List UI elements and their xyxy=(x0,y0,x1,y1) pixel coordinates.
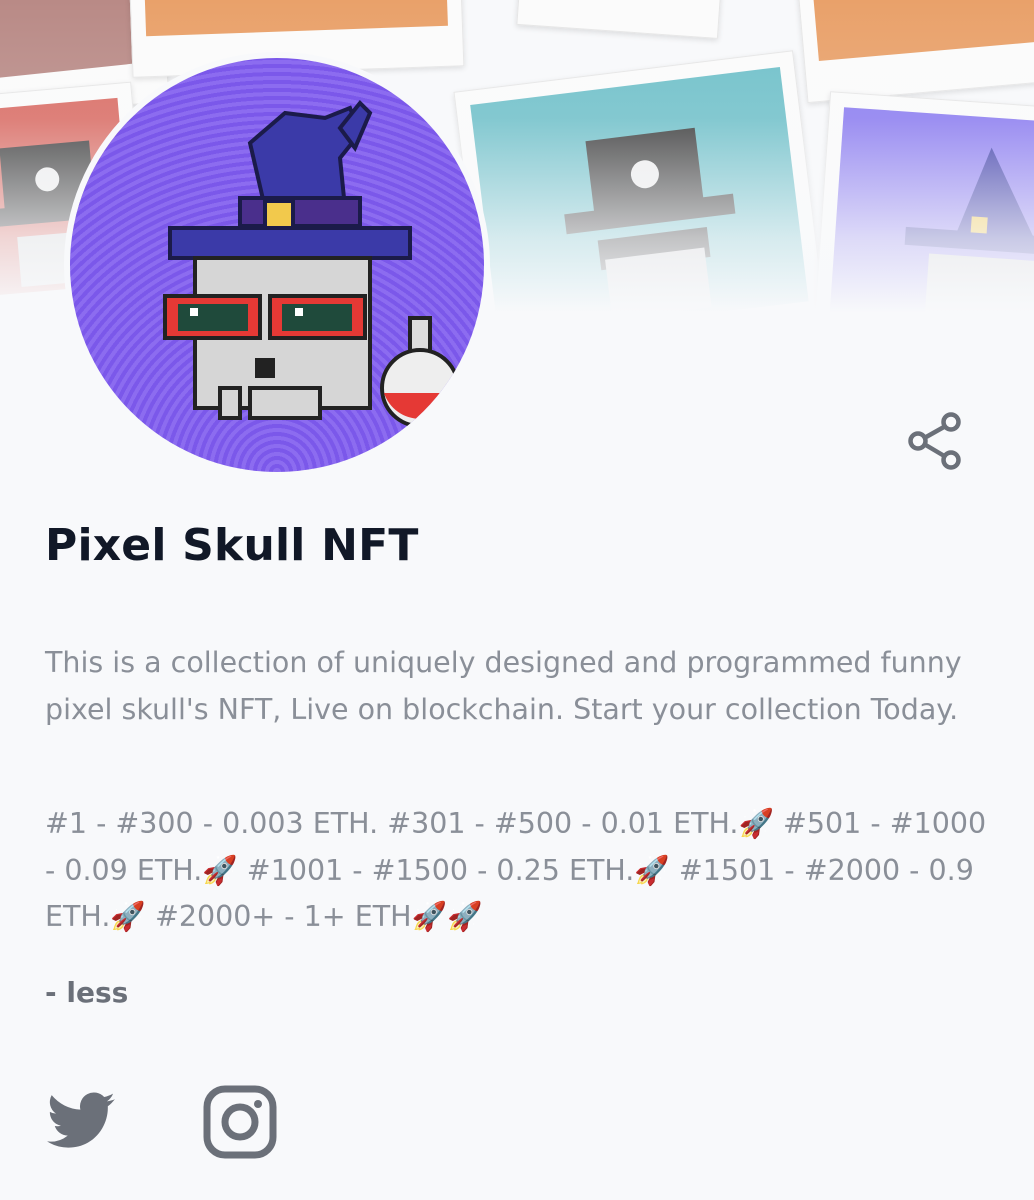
twitter-icon xyxy=(47,1092,115,1148)
collection-avatar xyxy=(70,58,484,472)
instagram-link[interactable] xyxy=(203,1085,277,1159)
show-less-button[interactable]: - less xyxy=(45,976,128,1009)
twitter-link[interactable] xyxy=(44,1085,118,1159)
share-button[interactable] xyxy=(905,410,965,472)
instagram-icon xyxy=(203,1085,277,1159)
pixel-skull-image xyxy=(163,100,460,428)
collection-title: Pixel Skull NFT xyxy=(45,520,419,571)
collection-page: Pixel Skull NFT This is a collection of … xyxy=(0,0,1034,1200)
share-icon xyxy=(908,412,961,470)
collection-pricing: #1 - #300 - 0.003 ETH. #301 - #500 - 0.0… xyxy=(45,807,987,933)
collection-description: This is a collection of uniquely designe… xyxy=(45,646,962,726)
